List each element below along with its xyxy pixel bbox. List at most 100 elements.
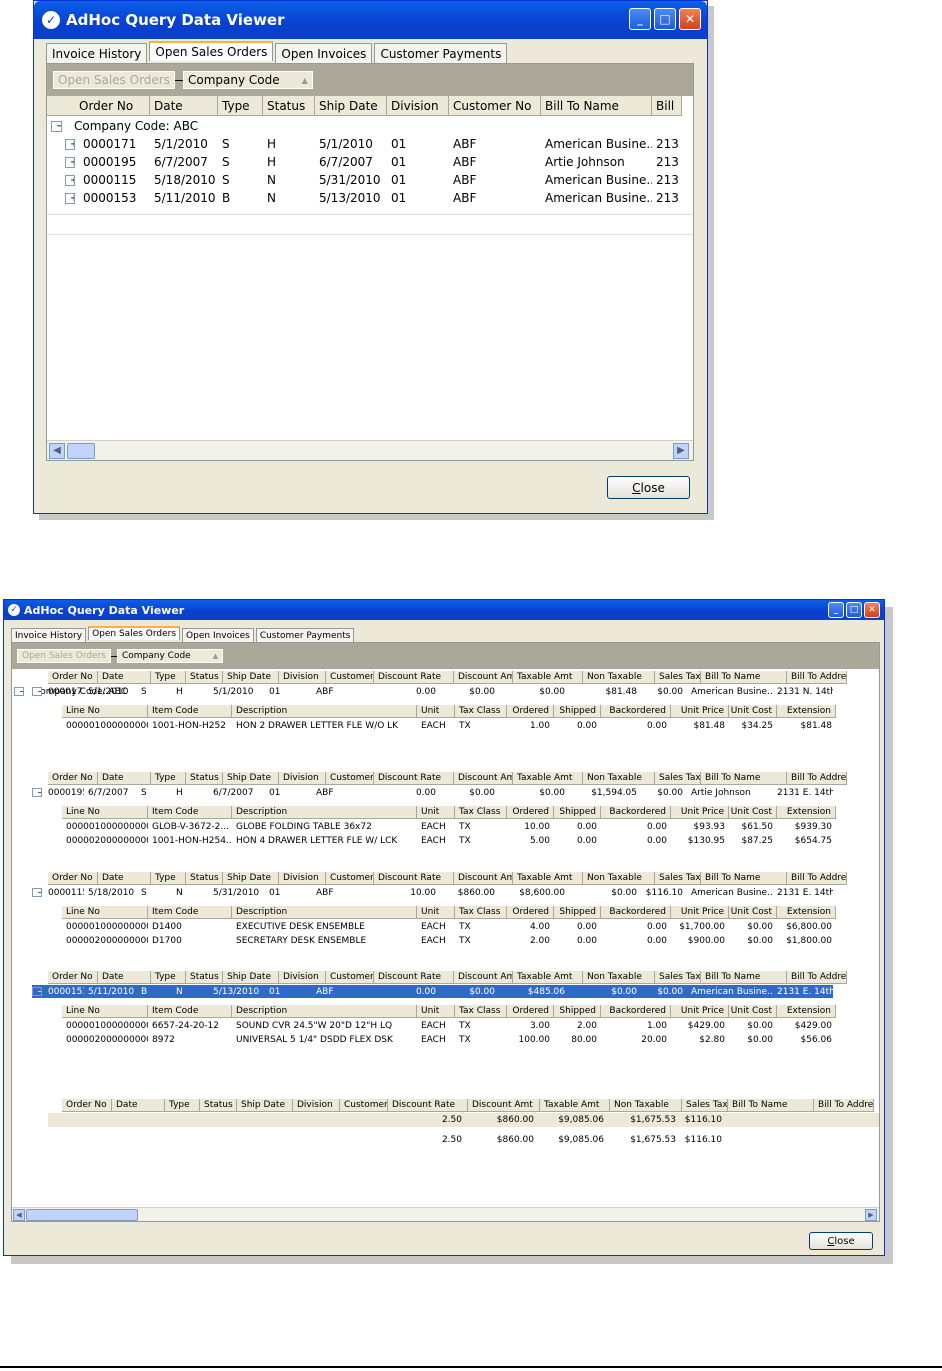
- table-row[interactable]: +0000153 5/11/2010 B N 5/13/2010 01 ABF America…: [65, 189, 682, 207]
- column-header[interactable]: Ordered: [507, 806, 554, 818]
- column-header[interactable]: Unit Price: [671, 1005, 729, 1017]
- column-header[interactable]: Shipped: [554, 806, 601, 818]
- column-header[interactable]: Ordered: [507, 906, 554, 918]
- column-header[interactable]: Extension: [777, 906, 836, 918]
- column-header[interactable]: Extension: [777, 806, 836, 818]
- column-header[interactable]: Customer: [326, 772, 374, 784]
- column-header[interactable]: Customer No: [449, 96, 541, 115]
- column-header[interactable]: Discount Amt: [454, 971, 513, 983]
- column-header[interactable]: Sales Tax: [682, 1099, 728, 1111]
- column-header[interactable]: Unit Cost: [729, 705, 777, 717]
- column-header[interactable]: Ship Date: [315, 96, 387, 115]
- column-header[interactable]: Ship Date: [223, 671, 279, 683]
- column-header[interactable]: Tax Class: [455, 906, 507, 918]
- column-header[interactable]: Line No: [62, 1005, 148, 1017]
- column-header[interactable]: Non Taxable: [583, 872, 655, 884]
- column-header[interactable]: Bill To Name: [701, 872, 787, 884]
- column-header[interactable]: Type: [165, 1099, 200, 1111]
- column-header[interactable]: Backordered: [601, 806, 671, 818]
- column-header[interactable]: Division: [279, 671, 326, 683]
- column-header[interactable]: Line No: [62, 906, 148, 918]
- column-header[interactable]: Sales Tax: [655, 872, 701, 884]
- column-header[interactable]: Customer: [326, 671, 374, 683]
- column-header[interactable]: Taxable Amt: [513, 772, 583, 784]
- column-header[interactable]: Division: [279, 971, 326, 983]
- column-header[interactable]: Ordered: [507, 705, 554, 717]
- scroll-thumb[interactable]: [67, 443, 95, 459]
- column-header[interactable]: Date: [98, 671, 151, 683]
- column-header[interactable]: Date: [150, 96, 218, 115]
- order-row[interactable]: −0000171 5/1/2010 S H 5/1/2010 01 ABF 0.00 $0.00…: [32, 685, 833, 698]
- column-header[interactable]: Sales Tax: [655, 772, 701, 784]
- bottom-titlebar[interactable]: ✓ AdHoc Query Data Viewer: [4, 600, 884, 620]
- column-header[interactable]: Status: [186, 772, 223, 784]
- column-header[interactable]: Division: [279, 872, 326, 884]
- collapse-icon[interactable]: −: [32, 886, 44, 899]
- column-header[interactable]: Unit Price: [671, 705, 729, 717]
- column-header[interactable]: Description: [232, 906, 417, 918]
- column-header[interactable]: Bill To Name: [541, 96, 652, 115]
- collapse-icon[interactable]: −: [32, 685, 44, 698]
- tab-invoice-history[interactable]: Invoice History: [11, 628, 87, 642]
- column-header[interactable]: Type: [151, 772, 186, 784]
- column-header[interactable]: Description: [232, 705, 417, 717]
- column-header[interactable]: Description: [232, 806, 417, 818]
- group-chip-table[interactable]: Open Sales Orders: [17, 649, 111, 663]
- column-header[interactable]: Date: [98, 971, 151, 983]
- column-header[interactable]: Taxable Amt: [513, 671, 583, 683]
- tab-customer-payments[interactable]: Customer Payments: [255, 628, 355, 642]
- column-header[interactable]: Division: [293, 1099, 340, 1111]
- column-header[interactable]: Order No: [48, 772, 98, 784]
- tab-open-invoices[interactable]: Open Invoices: [275, 43, 373, 63]
- column-header[interactable]: Division: [279, 772, 326, 784]
- column-header[interactable]: Non Taxable: [610, 1099, 682, 1111]
- column-header[interactable]: Shipped: [554, 906, 601, 918]
- column-header[interactable]: Order No: [48, 671, 98, 683]
- column-header[interactable]: Unit: [417, 806, 455, 818]
- minimize-button[interactable]: _: [629, 8, 651, 30]
- column-header[interactable]: Unit Cost: [729, 1005, 777, 1017]
- column-header[interactable]: Unit Cost: [729, 806, 777, 818]
- top-horizontal-scrollbar[interactable]: ◀ ▶: [47, 440, 693, 460]
- line-row[interactable]: 000001000000000 6657-24-20-12 SOUND CVR 24…: [62, 1019, 836, 1032]
- column-header[interactable]: Tax Class: [455, 705, 507, 717]
- column-header[interactable]: Division: [387, 96, 449, 115]
- tab-open-invoices[interactable]: Open Invoices: [182, 628, 254, 642]
- line-row[interactable]: 000001000000000 GLOB-V-3672-2... GLOBE FOL…: [62, 820, 836, 833]
- column-header[interactable]: Ship Date: [223, 772, 279, 784]
- column-header[interactable]: Discount Rate: [374, 772, 454, 784]
- column-header[interactable]: Discount Amt: [454, 772, 513, 784]
- column-header[interactable]: Line No: [62, 806, 148, 818]
- column-header[interactable]: Taxable Amt: [513, 971, 583, 983]
- expand-icon[interactable]: +: [65, 153, 79, 171]
- column-header[interactable]: Bill To Name: [701, 772, 787, 784]
- column-header[interactable]: Type: [218, 96, 263, 115]
- table-row[interactable]: +0000171 5/1/2010 S H 5/1/2010 01 ABF American …: [65, 135, 682, 153]
- bottom-horizontal-scrollbar[interactable]: ◀ ▶: [12, 1207, 879, 1221]
- expand-icon[interactable]: +: [65, 189, 79, 207]
- column-header[interactable]: Item Code: [148, 1005, 232, 1017]
- column-header[interactable]: Bill To Addre: [814, 1099, 874, 1111]
- column-header[interactable]: Sales Tax: [655, 971, 701, 983]
- line-row[interactable]: 000001000000000 1001-HON-H252 HON 2 DRAWER…: [62, 719, 836, 732]
- column-header[interactable]: Non Taxable: [583, 971, 655, 983]
- column-header[interactable]: Ordered: [507, 1005, 554, 1017]
- line-row[interactable]: 000002000000000 D1700 SECRETARY DESK ENSEM…: [62, 934, 836, 947]
- table-row[interactable]: +0000115 5/18/2010 S N 5/31/2010 01 ABF America…: [65, 171, 682, 189]
- column-header[interactable]: Ship Date: [223, 971, 279, 983]
- maximize-button[interactable]: □: [654, 8, 676, 30]
- order-row[interactable]: −00001535/11/2010BN5/13/201001ABF0.00$0.…: [32, 985, 833, 998]
- collapse-icon[interactable]: −: [32, 985, 44, 998]
- minimize-button-bottom[interactable]: _: [828, 602, 844, 618]
- column-header[interactable]: Item Code: [148, 806, 232, 818]
- close-button[interactable]: Close: [607, 476, 690, 499]
- column-header[interactable]: Status: [186, 671, 223, 683]
- top-titlebar[interactable]: ✓ AdHoc Query Data Viewer: [34, 1, 707, 39]
- column-header[interactable]: Bill To Name: [728, 1099, 814, 1111]
- order-row[interactable]: −0000195 6/7/2007 S H 6/7/2007 01 ABF 0.00 $0.00…: [32, 786, 833, 799]
- column-header[interactable]: Status: [200, 1099, 237, 1111]
- group-chip-company-code[interactable]: Company Code ▲: [182, 71, 313, 89]
- column-header[interactable]: Shipped: [554, 1005, 601, 1017]
- column-header[interactable]: Extension: [777, 705, 836, 717]
- order-row[interactable]: −0000115 5/18/2010 S N 5/31/2010 01 ABF 10.00 $8…: [32, 886, 833, 899]
